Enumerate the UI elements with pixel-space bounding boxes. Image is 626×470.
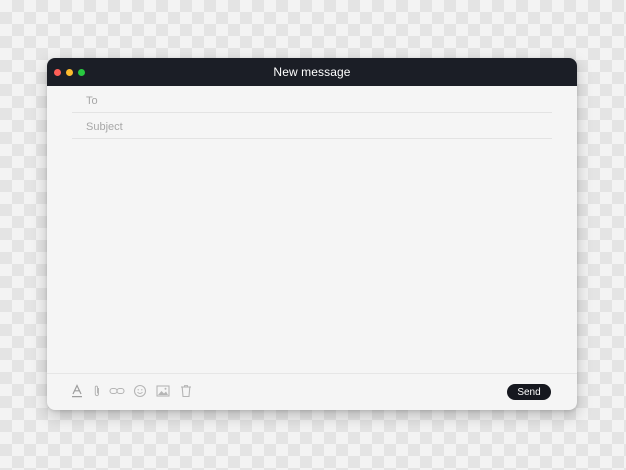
window-title: New message: [273, 65, 351, 79]
zoom-window-button[interactable]: [78, 69, 85, 76]
subject-field-row: [72, 113, 552, 139]
close-window-button[interactable]: [54, 69, 61, 76]
minimize-window-button[interactable]: [66, 69, 73, 76]
to-field-row: [72, 87, 552, 113]
link-icon[interactable]: [109, 383, 125, 399]
subject-input[interactable]: [72, 113, 552, 138]
trash-icon[interactable]: [178, 383, 194, 399]
text-format-icon[interactable]: [69, 383, 85, 399]
compose-toolbar: Send: [47, 373, 577, 410]
emoji-icon[interactable]: [132, 383, 148, 399]
message-body-input[interactable]: [72, 140, 552, 368]
window-controls: [54, 69, 85, 76]
compose-window: New message To Subject Send: [47, 58, 577, 410]
send-button[interactable]: Send: [507, 384, 551, 400]
attachment-icon[interactable]: [89, 383, 105, 399]
title-bar: New message: [47, 58, 577, 86]
image-icon[interactable]: [155, 383, 171, 399]
to-input[interactable]: [72, 87, 552, 112]
